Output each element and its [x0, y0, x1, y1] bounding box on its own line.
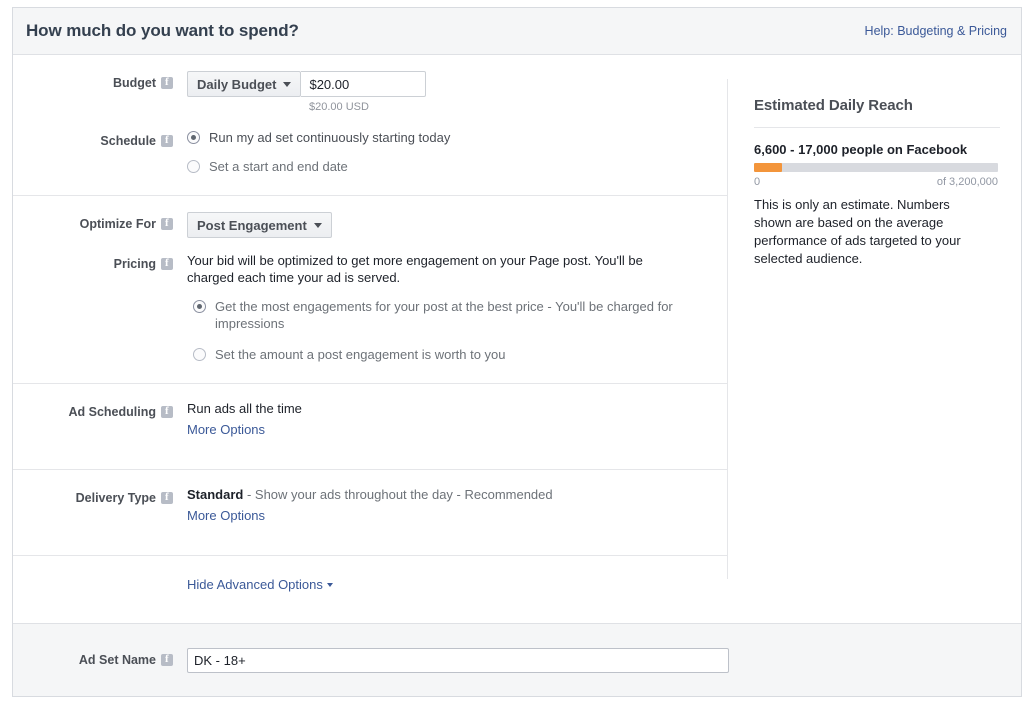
- budget-amount-input[interactable]: [301, 71, 427, 97]
- optimize-row: Optimize For Post Engagement: [13, 212, 699, 238]
- delivery-type-value-rest: - Show your ads throughout the day - Rec…: [243, 487, 553, 502]
- divider: [754, 127, 1000, 128]
- reach-headline: 6,600 - 17,000 people on Facebook: [754, 142, 968, 157]
- reach-scale-min: 0: [754, 176, 761, 188]
- reach-disclaimer: This is only an estimate. Numbers shown …: [754, 197, 961, 266]
- optimize-field: Post Engagement: [173, 212, 699, 238]
- ad-scheduling-label: Ad Scheduling: [13, 400, 173, 419]
- advanced-toggle-row: Hide Advanced Options: [13, 556, 727, 620]
- section-ad-scheduling: Ad Scheduling Run ads all the time More …: [13, 383, 727, 469]
- budget-card: How much do you want to spend? Help: Bud…: [12, 7, 1022, 697]
- section-delivery-type: Delivery Type Standard - Show your ads t…: [13, 469, 727, 555]
- info-icon[interactable]: [161, 491, 173, 504]
- chevron-down-icon: [283, 81, 292, 87]
- pricing-field: Your bid will be optimized to get more e…: [173, 252, 699, 363]
- help-budgeting-pricing-link[interactable]: Help: Budgeting & Pricing: [865, 24, 1007, 38]
- schedule-option-label: Run my ad set continuously starting toda…: [209, 130, 451, 145]
- schedule-option-continuous[interactable]: Run my ad set continuously starting toda…: [187, 129, 699, 146]
- budget-currency-note: $20.00 USD: [309, 101, 369, 113]
- page-title: How much do you want to spend?: [26, 21, 299, 40]
- form-column: Budget Daily Budget $2: [13, 55, 727, 620]
- pricing-option-manual[interactable]: Set the amount a post engagement is wort…: [193, 346, 699, 363]
- optimize-for-value: Post Engagement: [197, 217, 307, 233]
- pricing-description: Your bid will be optimized to get more e…: [187, 253, 643, 285]
- info-icon[interactable]: [161, 134, 173, 147]
- ad-scheduling-field: Run ads all the time More Options: [173, 400, 699, 439]
- hide-advanced-options-label: Hide Advanced Options: [187, 577, 323, 592]
- ad-scheduling-more-options-link[interactable]: More Options: [187, 422, 265, 437]
- info-icon[interactable]: [161, 76, 173, 89]
- info-icon[interactable]: [161, 257, 173, 270]
- info-icon[interactable]: [161, 653, 173, 666]
- radio-icon[interactable]: [187, 131, 200, 144]
- ad-set-name-label: Ad Set Name: [13, 653, 173, 667]
- budget-label: Budget: [13, 71, 173, 90]
- section-optimize-pricing: Optimize For Post Engagement: [13, 195, 727, 383]
- budget-type-value: Daily Budget: [197, 76, 277, 92]
- ad-scheduling-row: Ad Scheduling Run ads all the time More …: [13, 400, 699, 439]
- optimize-label: Optimize For: [13, 212, 173, 231]
- delivery-type-label-text: Delivery Type: [75, 491, 156, 505]
- ad-set-name-input[interactable]: [187, 647, 729, 673]
- optimize-label-text: Optimize For: [79, 217, 156, 231]
- schedule-label: Schedule: [13, 129, 173, 148]
- pricing-row: Pricing Your bid will be optimized to ge…: [13, 252, 699, 363]
- budget-type-dropdown[interactable]: Daily Budget: [187, 71, 302, 97]
- delivery-type-value: Standard - Show your ads throughout the …: [187, 486, 699, 504]
- chevron-down-icon: [313, 222, 322, 228]
- delivery-type-more-options-link[interactable]: More Options: [187, 508, 265, 523]
- budget-label-text: Budget: [112, 76, 156, 90]
- schedule-option-label: Set a start and end date: [209, 159, 348, 174]
- pricing-label: Pricing: [13, 252, 173, 271]
- budget-row: Budget Daily Budget $2: [13, 71, 699, 113]
- hide-advanced-options-link[interactable]: Hide Advanced Options: [187, 577, 333, 592]
- pricing-option-auto[interactable]: Get the most engagements for your post a…: [193, 298, 699, 332]
- schedule-label-text: Schedule: [100, 134, 156, 148]
- schedule-option-date-range[interactable]: Set a start and end date: [187, 158, 699, 175]
- pricing-option-label: Get the most engagements for your post a…: [215, 299, 673, 331]
- ad-set-budget-page: How much do you want to spend? Help: Bud…: [0, 0, 1024, 705]
- estimated-reach-panel: Estimated Daily Reach 6,600 - 17,000 peo…: [754, 55, 1009, 268]
- delivery-type-field: Standard - Show your ads throughout the …: [173, 486, 699, 525]
- delivery-type-label: Delivery Type: [13, 486, 173, 505]
- card-header: How much do you want to spend? Help: Bud…: [13, 8, 1021, 55]
- pricing-option-label: Set the amount a post engagement is wort…: [215, 347, 506, 362]
- chevron-down-icon: [326, 583, 333, 587]
- card-footer: Ad Set Name: [13, 623, 1021, 696]
- delivery-type-row: Delivery Type Standard - Show your ads t…: [13, 486, 699, 525]
- section-budget-schedule: Budget Daily Budget $2: [13, 55, 727, 195]
- ad-set-name-label-text: Ad Set Name: [78, 653, 156, 667]
- section-advanced-toggle: Hide Advanced Options: [13, 555, 727, 620]
- budget-field: Daily Budget $20.00 USD: [173, 71, 699, 113]
- reach-meter-fill: [754, 163, 783, 172]
- pricing-label-text: Pricing: [113, 257, 156, 271]
- radio-icon[interactable]: [187, 160, 200, 173]
- schedule-row: Schedule Run my ad set continuously star…: [13, 129, 699, 175]
- card-body: Budget Daily Budget $2: [13, 55, 1021, 623]
- radio-icon[interactable]: [193, 300, 206, 313]
- ad-scheduling-label-text: Ad Scheduling: [68, 405, 157, 419]
- info-icon[interactable]: [161, 217, 173, 230]
- reach-scale-max: of 3,200,000: [936, 176, 998, 188]
- ad-scheduling-value: Run ads all the time: [187, 401, 302, 416]
- schedule-field: Run my ad set continuously starting toda…: [173, 129, 699, 175]
- optimize-for-dropdown[interactable]: Post Engagement: [187, 212, 332, 238]
- info-icon[interactable]: [161, 405, 173, 418]
- panel-divider: [727, 79, 728, 579]
- reach-meter-scale: 0 of 3,200,000: [754, 176, 998, 188]
- budget-controls: Daily Budget: [187, 71, 699, 97]
- estimated-reach-title: Estimated Daily Reach: [754, 97, 913, 114]
- radio-icon[interactable]: [193, 348, 206, 361]
- reach-meter: [754, 163, 998, 172]
- delivery-type-value-bold: Standard: [187, 487, 244, 502]
